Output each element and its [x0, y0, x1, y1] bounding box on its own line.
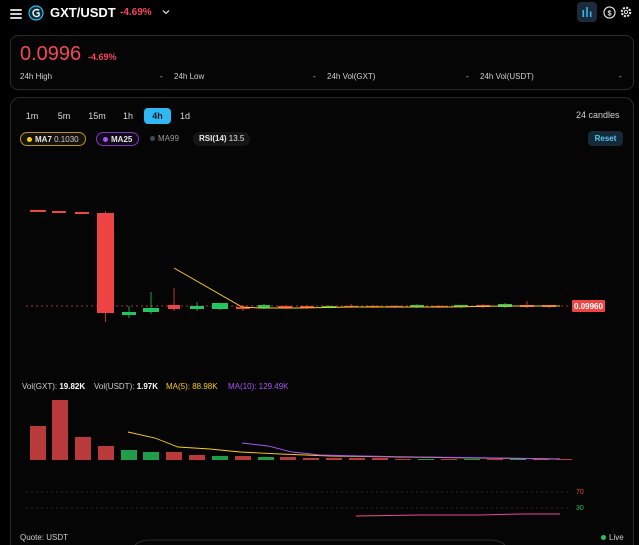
candle-body: [97, 213, 114, 313]
vol-usdt-legend: Vol(USDT): 1.97K: [94, 382, 159, 391]
candle-body: [212, 303, 228, 309]
candle: [190, 302, 204, 311]
volume-bar: [121, 450, 137, 460]
volume-bar: [441, 459, 457, 460]
candle-body: [498, 304, 512, 307]
vol-ma5-legend: MA(5): 88.98K: [166, 382, 218, 391]
candle: [542, 305, 556, 308]
volume-bar: [349, 458, 365, 460]
vol-gxt-legend: Vol(GXT): 19.82K: [22, 382, 86, 391]
candle: [30, 210, 46, 212]
volume-bar: [487, 459, 503, 460]
rsi-70-label: 70: [576, 489, 584, 496]
volume-bar: [189, 455, 205, 460]
vol-ma10-line: [241, 442, 561, 460]
volume-bar: [258, 457, 274, 460]
volume-bar: [395, 459, 411, 460]
candle: [75, 212, 89, 214]
candle-body: [30, 210, 46, 212]
candle: [388, 305, 402, 308]
volume-bar: [326, 458, 342, 460]
volume-bar: [418, 459, 434, 460]
candle: [498, 303, 512, 308]
vol-ma10-legend: MA(10): 129.49K: [228, 382, 289, 391]
live-indicator: Live: [601, 533, 624, 542]
price-chart[interactable]: 0.09960 70 30: [0, 0, 639, 545]
volume-bar: [143, 452, 159, 460]
candle-body: [75, 212, 89, 214]
current-price-label: 0.09960: [574, 302, 603, 311]
volume-bar: [52, 400, 68, 460]
candle: [366, 305, 380, 308]
volume-bar: [303, 458, 319, 460]
volume-bar: [75, 437, 91, 460]
volume-bar: [166, 452, 182, 460]
bottom-edge-arc: [134, 539, 506, 545]
candle-body: [52, 211, 66, 213]
candle: [520, 301, 534, 308]
rsi-line: [355, 513, 560, 517]
candle: [97, 211, 114, 322]
volume-bar: [235, 456, 251, 460]
ma7-line: [173, 267, 560, 309]
volume-bar: [280, 457, 296, 460]
candle: [122, 306, 136, 318]
volume-bar: [98, 446, 114, 460]
volume-bar: [212, 456, 228, 460]
candle: [143, 292, 159, 314]
candle: [168, 288, 180, 311]
volume-bar: [464, 459, 480, 460]
candle: [212, 303, 228, 310]
candle-body: [190, 306, 204, 309]
rsi-30-label: 30: [576, 505, 584, 512]
candle-body: [122, 312, 136, 315]
quote-currency: Quote: USDT: [20, 533, 69, 542]
live-dot-icon: [601, 535, 606, 541]
volume-bar: [510, 459, 526, 460]
volume-bar: [30, 426, 46, 460]
volume-bar: [372, 458, 388, 460]
candle-body: [143, 308, 159, 312]
vol-ma5-line: [127, 431, 561, 460]
candle-body: [168, 305, 180, 309]
candle: [52, 211, 66, 213]
